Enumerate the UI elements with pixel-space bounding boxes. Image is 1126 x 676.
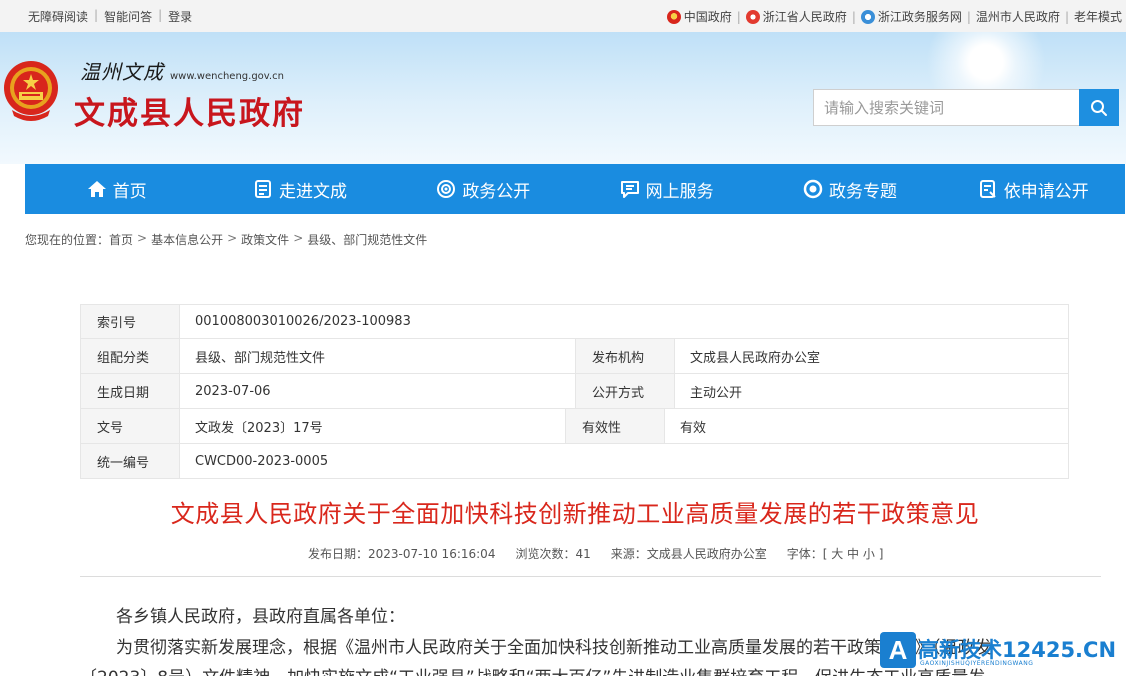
- info-value-date: 2023-07-06: [195, 383, 271, 399]
- info-row: 生成日期 2023-07-06 公开方式 主动公开: [80, 374, 1069, 409]
- document-icon: [254, 180, 271, 198]
- nav-item-online-service[interactable]: 网上服务: [575, 164, 758, 214]
- info-value-code: CWCD00-2023-0005: [180, 444, 1069, 478]
- font-size-switcher[interactable]: 字体：[ 大 中 小 ]: [787, 545, 884, 562]
- target-icon: [803, 179, 823, 199]
- top-utility-bar: 无障碍阅读 | 智能问答 | 登录 中国政府 | 浙江省人民政府 | 浙江政务服…: [0, 0, 1126, 32]
- info-value-mode: 主动公开: [675, 374, 1069, 408]
- chat-icon: [620, 181, 639, 198]
- breadcrumb-prefix: 您现在的位置：: [25, 233, 110, 247]
- separator: |: [1064, 9, 1069, 24]
- zhejiang-gov-link[interactable]: 浙江省人民政府: [763, 8, 847, 25]
- breadcrumb: 您现在的位置： 首页 > 基本信息公开 > 政策文件 > 县级、部门规范性文件: [25, 231, 427, 248]
- info-row: 索引号 001008003010026/2023-100983: [80, 304, 1069, 339]
- nav-item-home[interactable]: 首页: [25, 164, 208, 214]
- watermark-subtext: GAOXINJISHUQIYERENDINGWANG: [920, 660, 1034, 667]
- nav-label: 网上服务: [645, 181, 714, 202]
- breadcrumb-home[interactable]: 首页: [109, 231, 133, 248]
- zj-service-link[interactable]: 浙江政务服务网: [878, 8, 962, 25]
- info-row: 组配分类 县级、部门规范性文件 发布机构 文成县人民政府办公室: [80, 339, 1069, 374]
- info-row: 统一编号 CWCD00-2023-0005: [80, 444, 1069, 479]
- info-value-category: 县级、部门规范性文件: [195, 350, 326, 366]
- info-value-validity: 有效: [665, 409, 1069, 443]
- china-gov-link[interactable]: 中国政府: [684, 8, 732, 25]
- national-emblem-icon: [666, 9, 681, 24]
- wenzhou-gov-link[interactable]: 温州市人民政府: [976, 8, 1060, 25]
- watermark-logo-icon: A: [880, 632, 916, 668]
- smart-qa-link[interactable]: 智能问答: [104, 8, 152, 25]
- site-url: www.wencheng.gov.cn: [170, 71, 284, 82]
- nav-label: 依申请公开: [1003, 181, 1089, 202]
- search-button[interactable]: [1079, 89, 1119, 126]
- separator: |: [158, 8, 163, 22]
- site-watermark: A 高新技术12425.CN GAOXINJISHUQIYERENDINGWAN…: [876, 628, 1126, 676]
- zhejiang-gov-icon: [745, 9, 760, 24]
- site-title[interactable]: 文成县人民政府: [74, 88, 305, 133]
- info-key-docno: 文号: [80, 409, 180, 443]
- info-key-index: 索引号: [80, 305, 180, 338]
- zj-service-icon: [860, 9, 875, 24]
- info-key-publisher: 发布机构: [575, 339, 675, 373]
- breadcrumb-separator: >: [227, 231, 238, 245]
- info-row: 文号 文政发〔2023〕17号 有效性 有效: [80, 409, 1069, 444]
- info-key-mode: 公开方式: [575, 374, 675, 408]
- info-value-publisher: 文成县人民政府办公室: [675, 339, 1069, 373]
- nav-label: 政务专题: [828, 181, 897, 202]
- article-meta: 发布日期：2023-07-10 16:16:04 浏览次数：41 来源：文成县人…: [308, 545, 883, 562]
- info-value-docno: 文政发〔2023〕17号: [195, 420, 323, 436]
- breadcrumb-separator: >: [293, 231, 304, 245]
- view-count: 浏览次数：41: [515, 547, 591, 561]
- separator: |: [966, 9, 971, 24]
- separator: |: [736, 9, 741, 24]
- site-header: 温州文成 www.wencheng.gov.cn 文成县人民政府: [0, 32, 1126, 164]
- form-icon: [979, 180, 996, 198]
- breadcrumb-normative-docs[interactable]: 县级、部门规范性文件: [307, 231, 427, 248]
- login-link[interactable]: 登录: [168, 8, 192, 25]
- nav-label: 首页: [112, 181, 147, 202]
- main-nav: 首页 走进文成 政务公开 网上服务 政务专题 依申请公开: [25, 164, 1125, 214]
- article-source: 来源：文成县人民政府办公室: [610, 547, 767, 561]
- info-key-date: 生成日期: [80, 374, 180, 408]
- nav-item-about[interactable]: 走进文成: [208, 164, 391, 214]
- utility-links-right: 中国政府 | 浙江省人民政府 | 浙江政务服务网 | 温州市人民政府 | 老年模…: [666, 8, 1122, 25]
- breadcrumb-policy-docs[interactable]: 政策文件: [241, 231, 289, 248]
- nav-item-apply-disclosure[interactable]: 依申请公开: [942, 164, 1125, 214]
- calligraphy-logo: 温州文成: [80, 60, 164, 84]
- info-key-validity: 有效性: [565, 409, 665, 443]
- info-key-code: 统一编号: [80, 444, 180, 478]
- search-input[interactable]: [813, 89, 1079, 126]
- national-emblem-logo[interactable]: [2, 58, 60, 126]
- nav-label: 政务公开: [462, 181, 531, 202]
- search-box: [813, 89, 1119, 126]
- accessibility-link[interactable]: 无障碍阅读: [28, 8, 88, 25]
- info-key-category: 组配分类: [80, 339, 180, 373]
- breadcrumb-basic-info[interactable]: 基本信息公开: [151, 231, 223, 248]
- separator: |: [851, 9, 856, 24]
- nav-item-gov-affairs[interactable]: 政务公开: [392, 164, 575, 214]
- nav-label: 走进文成: [278, 181, 347, 202]
- separator: |: [94, 8, 99, 22]
- utility-links-left: 无障碍阅读 | 智能问答 | 登录: [28, 8, 192, 25]
- publish-date: 发布日期：2023-07-10 16:16:04: [308, 547, 496, 561]
- document-info-table: 索引号 001008003010026/2023-100983 组配分类 县级、…: [80, 304, 1069, 479]
- article-salutation: 各乡镇人民政府，县政府直属各单位：: [116, 607, 405, 627]
- home-icon: [87, 181, 106, 197]
- divider: [80, 576, 1101, 577]
- nav-item-special-topics[interactable]: 政务专题: [758, 164, 941, 214]
- breadcrumb-separator: >: [137, 231, 148, 245]
- article-title: 文成县人民政府关于全面加快科技创新推动工业高质量发展的若干政策意见: [170, 500, 980, 528]
- info-value-index: 001008003010026/2023-100983: [180, 305, 1069, 338]
- elderly-mode-link[interactable]: 老年模式: [1074, 8, 1122, 25]
- search-icon: [1091, 99, 1107, 116]
- eye-circle-icon: [437, 180, 456, 198]
